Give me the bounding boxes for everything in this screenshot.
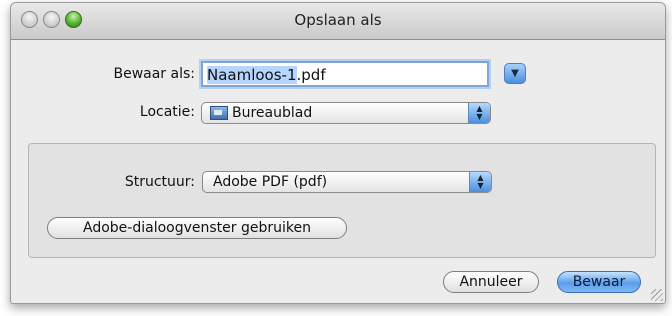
format-label: Structuur:: [124, 174, 195, 190]
popup-arrows-icon: ▲ ▼: [468, 103, 490, 123]
save-as-label: Bewaar als:: [113, 66, 195, 82]
adobe-dialog-button[interactable]: Adobe-dialoogvenster gebruiken: [47, 217, 347, 239]
location-label: Locatie:: [139, 104, 195, 120]
location-popup[interactable]: Bureaublad ▲ ▼: [201, 102, 491, 124]
filename-extension: .pdf: [296, 66, 326, 84]
resize-grip-icon[interactable]: [651, 289, 663, 301]
format-panel: Structuur: Adobe PDF (pdf) ▲ ▼ Adobe-dial…: [28, 143, 656, 258]
format-value: Adobe PDF (pdf): [213, 174, 328, 190]
location-value: Bureaublad: [232, 105, 313, 121]
filename-input[interactable]: Naamloos-1.pdf: [201, 61, 489, 87]
expand-dialog-button[interactable]: ▼: [504, 63, 526, 84]
filename-selected-text: Naamloos-1: [207, 66, 297, 84]
save-button[interactable]: Bewaar: [557, 271, 641, 293]
window-title: Opslaan als: [294, 11, 382, 29]
cancel-button[interactable]: Annuleer: [443, 271, 539, 293]
title-bar[interactable]: Opslaan als: [11, 3, 665, 40]
format-popup[interactable]: Adobe PDF (pdf) ▲ ▼: [202, 171, 492, 193]
popup-arrows-icon: ▲ ▼: [469, 172, 491, 192]
desktop-folder-icon: [210, 106, 228, 120]
save-dialog: Opslaan als Bewaar als: Naamloos-1.pdf ▼…: [10, 2, 666, 304]
